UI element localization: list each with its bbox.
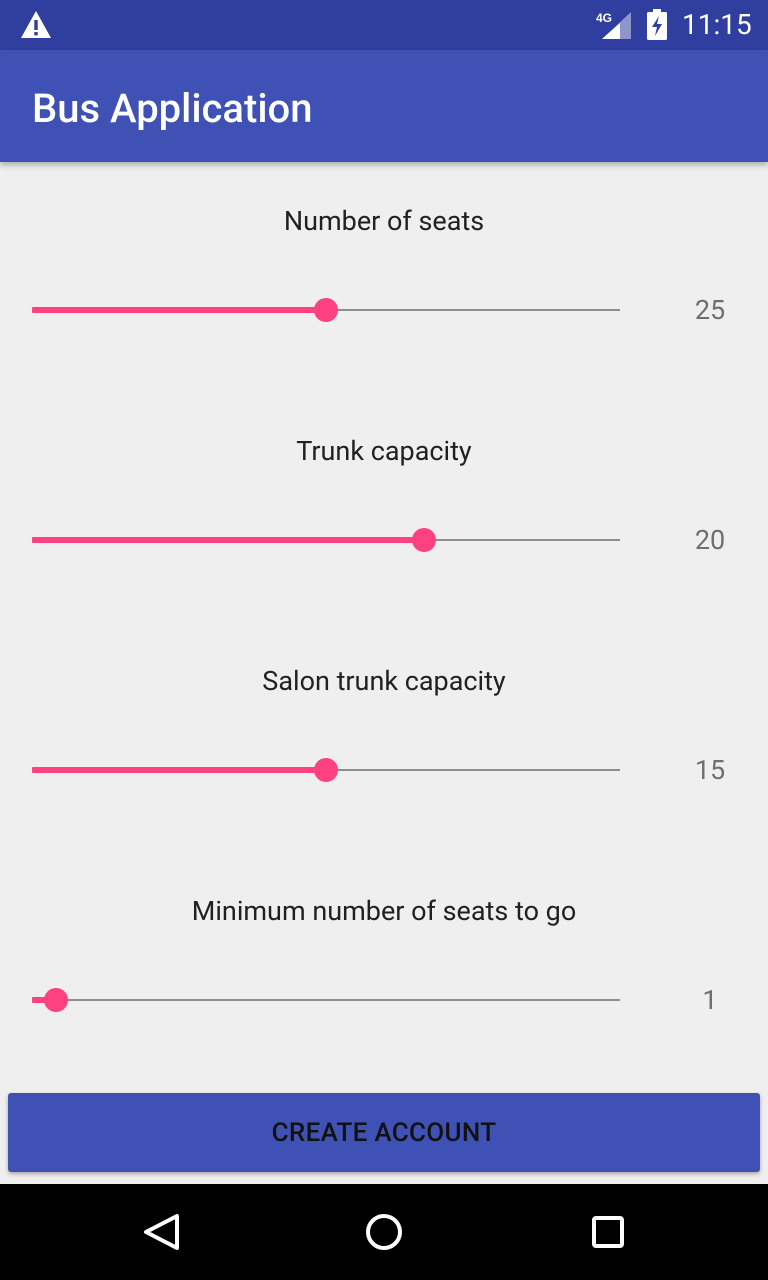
status-bar: 4G 11:15 <box>0 0 768 50</box>
status-time: 11:15 <box>682 8 752 41</box>
recents-button[interactable] <box>568 1202 648 1262</box>
min-seats-slider[interactable] <box>32 980 620 1020</box>
seats-slider[interactable] <box>32 290 620 330</box>
seats-section: Number of seats 25 <box>0 182 768 412</box>
slider-thumb[interactable] <box>44 988 68 1012</box>
slider-track <box>32 999 620 1001</box>
min-seats-label: Minimum number of seats to go <box>191 895 577 927</box>
navigation-bar <box>0 1184 768 1280</box>
min-seats-section: Minimum number of seats to go 1 <box>0 872 768 1102</box>
seats-label: Number of seats <box>283 205 485 237</box>
signal-4g-icon: 4G <box>596 10 632 40</box>
trunk-slider[interactable] <box>32 520 620 560</box>
back-icon <box>144 1214 179 1250</box>
slider-fill <box>32 537 424 543</box>
slider-thumb[interactable] <box>314 758 338 782</box>
create-account-button[interactable]: CREATE ACCOUNT <box>8 1093 760 1172</box>
min-seats-value: 1 <box>702 984 718 1016</box>
slider-fill <box>32 307 326 313</box>
trunk-value: 20 <box>694 524 726 556</box>
app-bar: Bus Application <box>0 50 768 162</box>
trunk-label: Trunk capacity <box>296 435 472 467</box>
recents-icon <box>592 1216 624 1248</box>
seats-value: 25 <box>694 294 726 326</box>
back-button[interactable] <box>120 1202 200 1262</box>
app-title: Bus Application <box>32 85 313 132</box>
salon-trunk-section: Salon trunk capacity 15 <box>0 642 768 872</box>
slider-fill <box>32 767 326 773</box>
battery-charging-icon <box>646 9 668 41</box>
home-button[interactable] <box>344 1202 424 1262</box>
trunk-section: Trunk capacity 20 <box>0 412 768 642</box>
svg-text:4G: 4G <box>596 11 612 25</box>
salon-trunk-slider[interactable] <box>32 750 620 790</box>
salon-trunk-value: 15 <box>694 754 726 786</box>
home-icon <box>366 1214 402 1250</box>
slider-thumb[interactable] <box>314 298 338 322</box>
salon-trunk-label: Salon trunk capacity <box>262 665 506 697</box>
slider-thumb[interactable] <box>412 528 436 552</box>
warning-icon <box>20 10 52 40</box>
